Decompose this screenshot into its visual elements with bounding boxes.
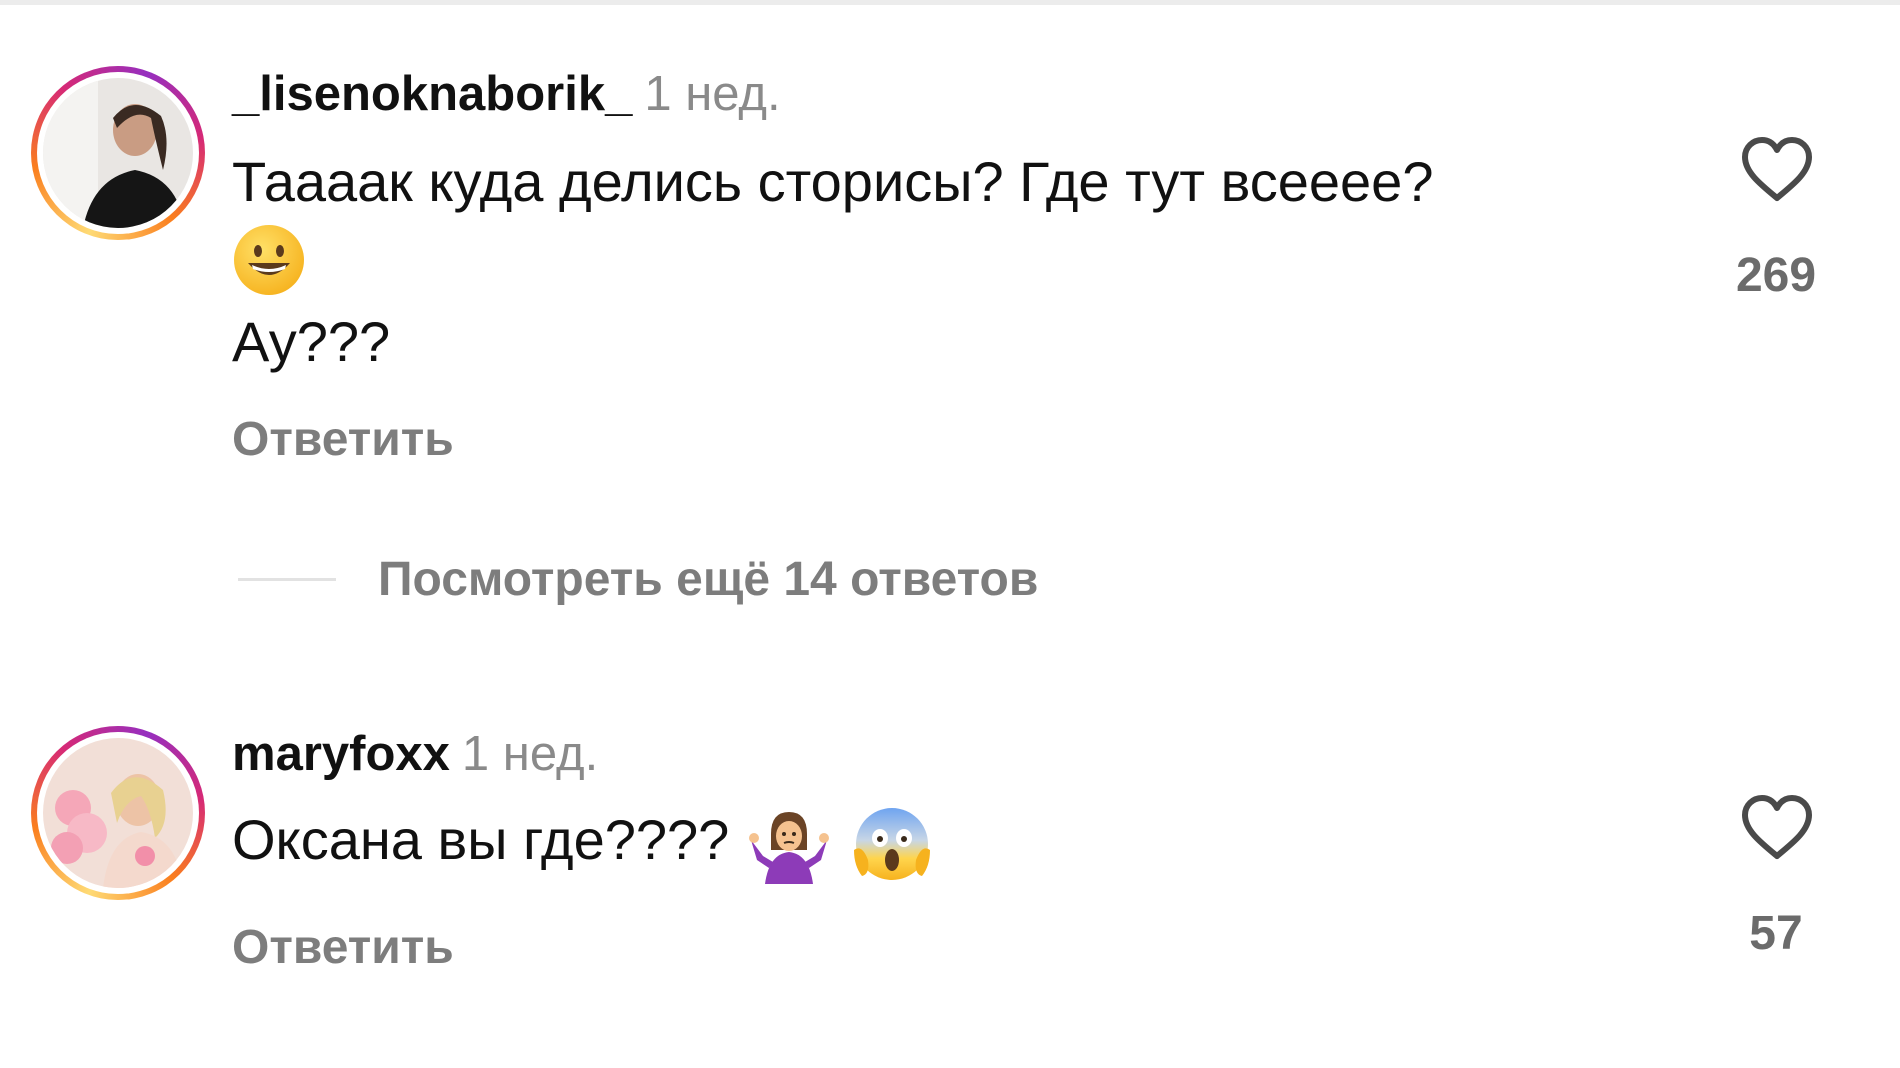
reply-button[interactable]: Ответить [232,920,454,975]
heart-icon[interactable] [1740,794,1814,860]
comment-meta: _lisenoknaborik_ 1 нед. [232,66,781,122]
like-count: 269 [1735,249,1817,302]
avatar[interactable] [43,78,193,228]
reply-button[interactable]: Ответить [232,412,454,467]
comment-text: Оксана вы где???? [232,808,730,871]
view-replies-label: Посмотреть ещё 14 ответов [378,553,1039,606]
woman-shrugging-emoji [748,812,829,885]
avatar[interactable] [43,738,193,888]
comment-time: 1 нед. [644,67,781,121]
comment-text-line: Оксана вы где???? [232,800,932,885]
username[interactable]: _lisenoknaborik_ [232,67,632,121]
like-count: 57 [1749,907,1803,960]
face-screaming-in-fear-emoji [854,808,931,881]
top-divider [0,0,1900,5]
heart-icon[interactable] [1740,136,1814,202]
comment-meta: maryfoxx 1 нед. [232,726,598,782]
view-replies-button[interactable]: Посмотреть ещё 14 ответов [238,552,1038,607]
divider-line [238,578,336,581]
username[interactable]: maryfoxx [232,727,450,781]
story-ring[interactable] [31,726,205,900]
comment-text-line: Ау??? [232,310,391,373]
comment-time: 1 нед. [461,727,599,781]
comment-text-line: Таааак куда делись сторисы? Где тут всее… [232,150,1434,213]
grinning-face-emoji [232,216,306,297]
story-ring[interactable] [31,66,205,240]
